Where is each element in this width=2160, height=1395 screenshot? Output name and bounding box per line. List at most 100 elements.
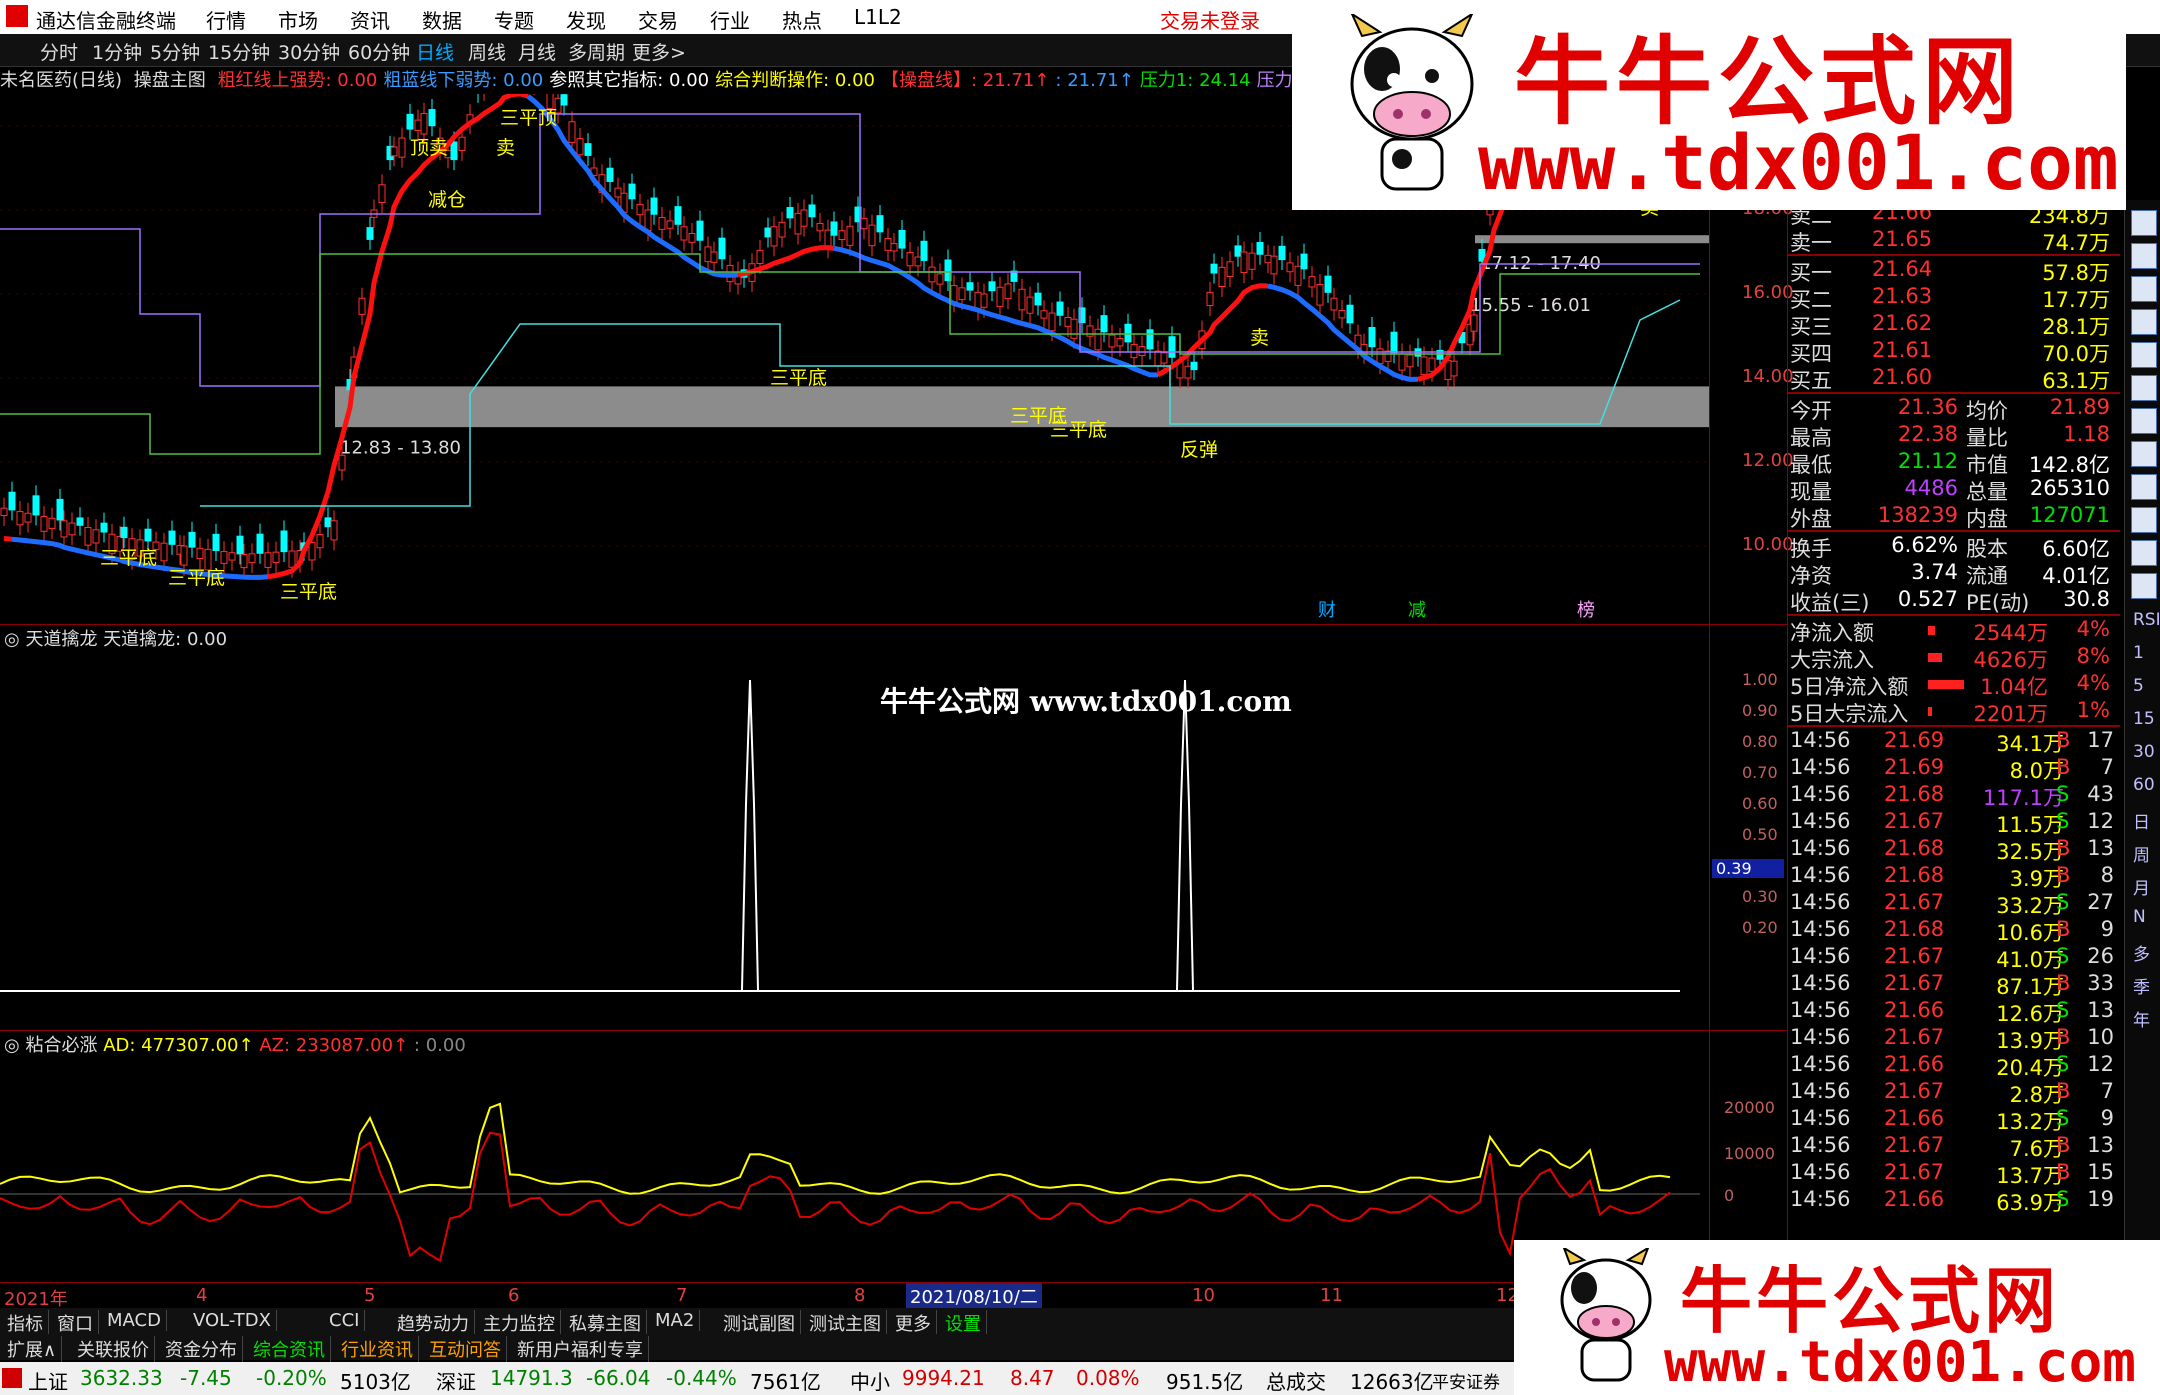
tab-9[interactable]: 测试副图	[718, 1310, 801, 1336]
tick-row[interactable]: 14:56 21.67 13.7万 B 15	[1788, 1160, 2120, 1188]
menu-item-industry[interactable]: 行业	[710, 5, 750, 34]
side-period-label[interactable]: 年	[2133, 1006, 2150, 1031]
menu-item-discover[interactable]: 发现	[566, 5, 606, 34]
flow-row[interactable]: 大宗流入 4626万 8%	[1788, 644, 2120, 672]
side-period-label[interactable]: 周	[2133, 841, 2150, 866]
sz-label[interactable]: 深证	[436, 1366, 476, 1395]
tick-row[interactable]: 14:56 21.67 33.2万 S 27	[1788, 890, 2120, 918]
flow-row[interactable]: 5日大宗流入 2201万 1%	[1788, 698, 2120, 726]
buy-level[interactable]: 买四 21.61 70.0万	[1788, 338, 2120, 366]
tick-row[interactable]: 14:56 21.67 87.1万 B 33	[1788, 971, 2120, 999]
tick-row[interactable]: 14:56 21.67 11.5万 S 12	[1788, 809, 2120, 837]
event-badge[interactable]: 财	[1318, 600, 1336, 621]
tf-multi[interactable]: 多周期	[568, 38, 625, 65]
side-tool-icon[interactable]	[2131, 243, 2157, 269]
menu-item-topics[interactable]: 专题	[494, 5, 534, 34]
tab-6[interactable]: 主力监控	[478, 1310, 561, 1336]
tf-weekly[interactable]: 周线	[468, 38, 506, 65]
tick-row[interactable]: 14:56 21.66 12.6万 S 13	[1788, 998, 2120, 1026]
tab-0[interactable]: 指标	[2, 1310, 49, 1336]
side-period-label[interactable]: 多	[2133, 940, 2150, 965]
side-tool-icon[interactable]	[2131, 540, 2157, 566]
stat-row[interactable]: 外盘 138239 内盘 127071	[1788, 503, 2120, 531]
tab-4[interactable]: CCI	[324, 1310, 366, 1331]
ext-tab-1[interactable]: 关联报价	[72, 1336, 155, 1362]
ext-tab-0[interactable]: 扩展∧	[2, 1336, 63, 1362]
panel3-collapse-icon[interactable]: ◎	[4, 1035, 20, 1056]
side-tool-icon[interactable]	[2131, 441, 2157, 467]
side-tool-icon[interactable]	[2131, 507, 2157, 533]
tick-row[interactable]: 14:56 21.66 13.2万 S 9	[1788, 1106, 2120, 1134]
menu-item-hot[interactable]: 热点	[782, 5, 822, 34]
menu-item-l1l2[interactable]: L1L2	[854, 5, 902, 29]
tf-daily[interactable]: 日线	[416, 38, 454, 65]
side-tool-icon[interactable]	[2131, 309, 2157, 335]
sh-label[interactable]: 上证	[28, 1366, 68, 1395]
tick-row[interactable]: 14:56 21.69 34.1万 B 17	[1788, 728, 2120, 756]
tf-more[interactable]: 更多>	[632, 38, 686, 65]
event-badge[interactable]: 榜	[1577, 600, 1595, 621]
stat-row[interactable]: 今开 21.36 均价 21.89	[1788, 395, 2120, 423]
side-tool-icon[interactable]	[2131, 342, 2157, 368]
side-period-label[interactable]: 60	[2133, 775, 2155, 795]
panel2-name[interactable]: 天道擒龙	[25, 629, 97, 650]
buy-level[interactable]: 买三 21.62 28.1万	[1788, 311, 2120, 339]
tf-30min[interactable]: 30分钟	[278, 38, 340, 65]
stat-row[interactable]: 净资 3.74 流通 4.01亿	[1788, 560, 2120, 588]
zx-label[interactable]: 中小	[850, 1366, 890, 1395]
tf-60min[interactable]: 60分钟	[348, 38, 410, 65]
buy-level[interactable]: 买一 21.64 57.8万	[1788, 257, 2120, 285]
flow-row[interactable]: 净流入额 2544万 4%	[1788, 617, 2120, 645]
side-tool-icon[interactable]	[2131, 276, 2157, 302]
tick-row[interactable]: 14:56 21.66 63.9万 S 19	[1788, 1187, 2120, 1215]
side-tool-icon[interactable]	[2131, 375, 2157, 401]
tf-intraday[interactable]: 分时	[40, 38, 78, 65]
menu-item-trade[interactable]: 交易	[638, 5, 678, 34]
tick-row[interactable]: 14:56 21.67 13.9万 B 10	[1788, 1025, 2120, 1053]
side-period-label[interactable]: 日	[2133, 808, 2150, 833]
trade-login-status[interactable]: 交易未登录	[1160, 5, 1260, 34]
stat-row[interactable]: 最低 21.12 市值 142.8亿	[1788, 449, 2120, 477]
side-tool-icon[interactable]	[2131, 408, 2157, 434]
side-period-label[interactable]: 15	[2133, 709, 2155, 729]
tab-2[interactable]: MACD	[102, 1310, 167, 1331]
side-tool-icon[interactable]	[2131, 573, 2157, 599]
indicator-name[interactable]: 操盘主图	[134, 70, 206, 91]
ext-tab-2[interactable]: 资金分布	[160, 1336, 243, 1362]
tick-row[interactable]: 14:56 21.67 41.0万 S 26	[1788, 944, 2120, 972]
ext-tab-4[interactable]: 行业资讯	[336, 1336, 419, 1362]
side-period-label[interactable]: 30	[2133, 742, 2155, 762]
menu-item-market[interactable]: 市场	[278, 5, 318, 34]
tab-8[interactable]: MA2	[650, 1310, 701, 1331]
side-tool-icon[interactable]	[2131, 210, 2157, 236]
side-period-label[interactable]: 5	[2133, 676, 2144, 696]
side-tool-icon[interactable]	[2131, 474, 2157, 500]
tf-1min[interactable]: 1分钟	[92, 38, 142, 65]
event-badge[interactable]: 减	[1408, 600, 1426, 621]
tick-row[interactable]: 14:56 21.67 2.8万 B 7	[1788, 1079, 2120, 1107]
buy-level[interactable]: 买二 21.63 17.7万	[1788, 284, 2120, 312]
tf-5min[interactable]: 5分钟	[150, 38, 200, 65]
tick-row[interactable]: 14:56 21.69 8.0万 B 7	[1788, 755, 2120, 783]
ext-tab-6[interactable]: 新用户福利专享	[512, 1336, 649, 1362]
side-period-label[interactable]: 1	[2133, 643, 2144, 663]
sell-level[interactable]: 卖一 21.65 74.7万	[1788, 227, 2120, 255]
stat-row[interactable]: 收益(三) 0.527 PE(动) 30.8	[1788, 587, 2120, 615]
panel2-collapse-icon[interactable]: ◎	[4, 629, 20, 650]
stat-row[interactable]: 换手 6.62% 股本 6.60亿	[1788, 533, 2120, 561]
tab-12[interactable]: 设置	[940, 1310, 987, 1336]
buy-level[interactable]: 买五 21.60 63.1万	[1788, 365, 2120, 393]
tick-row[interactable]: 14:56 21.68 10.6万 B 9	[1788, 917, 2120, 945]
tab-1[interactable]: 窗口	[52, 1310, 99, 1336]
tick-row[interactable]: 14:56 21.68 117.1万 S 43	[1788, 782, 2120, 810]
tick-row[interactable]: 14:56 21.66 20.4万 S 12	[1788, 1052, 2120, 1080]
tf-15min[interactable]: 15分钟	[208, 38, 270, 65]
tab-10[interactable]: 测试主图	[804, 1310, 887, 1336]
menu-item-news[interactable]: 资讯	[350, 5, 390, 34]
tab-11[interactable]: 更多	[890, 1310, 937, 1336]
side-period-label[interactable]: N	[2133, 907, 2146, 927]
side-period-label[interactable]: 季	[2133, 973, 2150, 998]
tab-5[interactable]: 趋势动力	[392, 1310, 475, 1336]
side-period-label[interactable]: RSI	[2133, 610, 2160, 630]
ext-tab-3[interactable]: 综合资讯	[248, 1336, 331, 1362]
